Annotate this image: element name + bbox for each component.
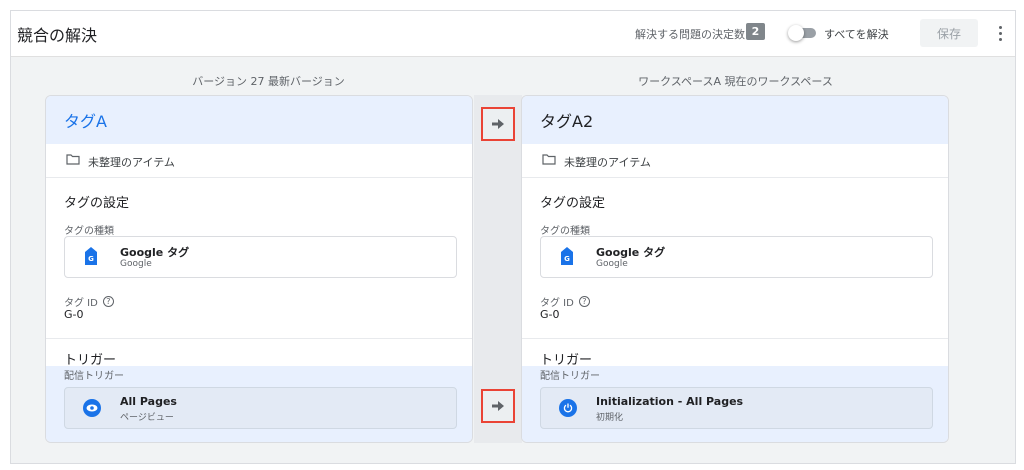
help-icon[interactable]: ? bbox=[578, 296, 590, 307]
trigger-name: All Pages bbox=[120, 395, 177, 408]
tag-settings-title: タグの設定 bbox=[64, 196, 130, 211]
apply-trigger-arrow-button[interactable] bbox=[481, 389, 515, 423]
tag-type-sub: Google bbox=[120, 259, 152, 269]
eye-icon bbox=[83, 399, 101, 417]
tag-type-box: G Google タグ Google bbox=[64, 236, 457, 278]
arrow-right-icon bbox=[492, 401, 504, 411]
header-bar: 競合の解決 解決する問題の決定数 2 すべてを解決 保存 bbox=[11, 11, 1015, 57]
svg-text:G: G bbox=[88, 255, 94, 263]
trigger-box: Initialization - All Pages 初期化 bbox=[540, 387, 933, 429]
folder-label: 未整理のアイテム bbox=[564, 156, 651, 169]
resolve-all-toggle[interactable] bbox=[788, 25, 816, 41]
svg-text:G: G bbox=[564, 255, 570, 263]
conflict-resolution-panel: 競合の解決 解決する問題の決定数 2 すべてを解決 保存 バージョン 27 最新… bbox=[10, 10, 1016, 464]
google-tag-icon: G bbox=[85, 247, 97, 265]
tag-type-name: Google タグ bbox=[120, 246, 190, 259]
tag-name: タグA2 bbox=[540, 112, 594, 131]
tag-id-label-row: タグ ID ? bbox=[64, 294, 114, 309]
more-vert-icon[interactable] bbox=[994, 23, 1006, 43]
folder-icon bbox=[542, 154, 556, 165]
trigger-name: Initialization - All Pages bbox=[596, 395, 744, 408]
trigger-sub: 初期化 bbox=[596, 413, 624, 423]
tag-id-label: タグ ID bbox=[64, 298, 98, 309]
tag-name: タグA bbox=[64, 112, 107, 131]
arrow-right-icon bbox=[492, 119, 504, 129]
tag-type-box: G Google タグ Google bbox=[540, 236, 933, 278]
left-column-heading: バージョン 27 最新バージョン bbox=[192, 75, 345, 88]
right-workspace-card: タグA2 未整理のアイテム タグの設定 タグの種類 G Google タグ Go… bbox=[521, 95, 949, 443]
tag-name-row: タグA2 bbox=[522, 96, 948, 144]
power-icon bbox=[559, 399, 577, 417]
tag-id-label-row: タグ ID ? bbox=[540, 294, 590, 309]
folder-icon bbox=[66, 154, 80, 165]
tag-name-row: タグA bbox=[46, 96, 472, 144]
toggle-knob bbox=[788, 25, 804, 41]
trigger-sub: ページビュー bbox=[120, 413, 174, 423]
save-button[interactable]: 保存 bbox=[920, 19, 978, 47]
tag-id-value: G-0 bbox=[540, 308, 560, 321]
google-tag-icon: G bbox=[561, 247, 573, 265]
decision-count-badge: 2 bbox=[746, 23, 765, 40]
decision-count-label: 解決する問題の決定数 bbox=[635, 28, 745, 41]
tag-settings-title: タグの設定 bbox=[540, 196, 606, 211]
firing-trigger-label: 配信トリガー bbox=[540, 371, 600, 382]
firing-trigger-label: 配信トリガー bbox=[64, 371, 124, 382]
apply-tag-arrow-button[interactable] bbox=[481, 107, 515, 141]
tag-type-name: Google タグ bbox=[596, 246, 666, 259]
page-title: 競合の解決 bbox=[17, 26, 98, 45]
folder-row: 未整理のアイテム bbox=[46, 144, 472, 178]
tag-id-value: G-0 bbox=[64, 308, 84, 321]
tag-type-label: タグの種類 bbox=[540, 226, 590, 237]
tag-type-label: タグの種類 bbox=[64, 226, 114, 237]
help-icon[interactable]: ? bbox=[102, 296, 114, 307]
tag-type-sub: Google bbox=[596, 259, 628, 269]
resolve-all-label: すべてを解決 bbox=[824, 28, 889, 41]
left-version-card: タグA 未整理のアイテム タグの設定 タグの種類 G Google タグ Goo… bbox=[45, 95, 473, 443]
right-column-heading: ワークスペースA 現在のワークスペース bbox=[638, 75, 833, 88]
tag-id-label: タグ ID bbox=[540, 298, 574, 309]
trigger-box: All Pages ページビュー bbox=[64, 387, 457, 429]
divider bbox=[522, 338, 948, 339]
folder-row: 未整理のアイテム bbox=[522, 144, 948, 178]
folder-label: 未整理のアイテム bbox=[88, 156, 175, 169]
divider bbox=[46, 338, 472, 339]
